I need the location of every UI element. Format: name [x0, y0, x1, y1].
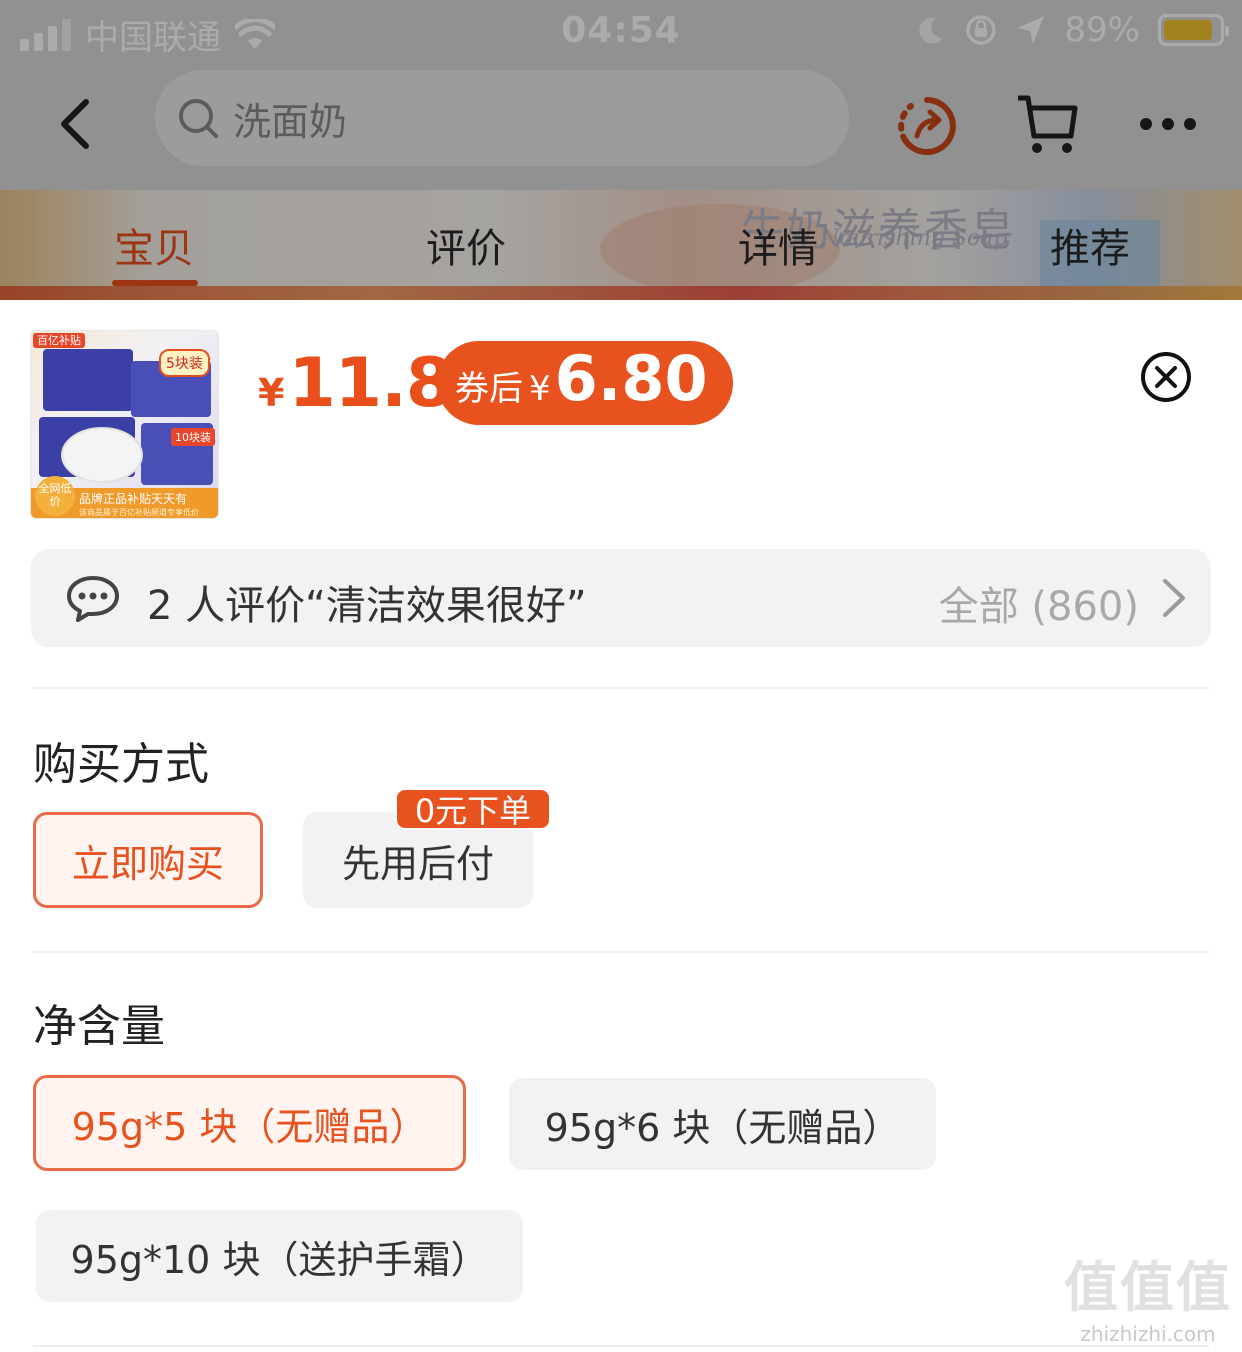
- net-content-title: 净含量: [33, 1001, 165, 1052]
- coupon-label: 券后: [455, 369, 523, 409]
- coupon-currency: ¥: [529, 369, 551, 409]
- coupon-price-badge: 券后 ¥ 6.80: [437, 341, 733, 425]
- thumb-footer: 全网低价 品牌正品补贴天天有 该商品属于百亿补贴频道专享低价: [31, 476, 218, 518]
- sku-option-95g-6[interactable]: 95g*6 块（无赠品）: [509, 1078, 936, 1170]
- product-thumbnail[interactable]: 百亿补贴 5块装 10块装 全网低价 品牌正品补贴天天有 该商品属于百亿补贴频道…: [30, 330, 219, 519]
- chat-bubble-icon: [67, 576, 119, 622]
- thumb-subsidy-tag: 百亿补贴: [33, 333, 85, 348]
- review-highlight-text: 2 人评价“清洁效果很好”: [147, 583, 587, 629]
- zero-down-badge: 0元下单: [395, 788, 551, 830]
- divider: [33, 951, 1209, 953]
- review-summary[interactable]: 2 人评价“清洁效果很好” 全部 (860): [31, 549, 1211, 647]
- thumb-footer-text: 品牌正品补贴天天有: [79, 492, 188, 506]
- background-page: 牛奶滋养香皂 Nourishing Soap 中国联通 04:54 89% 洗面…: [0, 0, 1242, 300]
- divider: [33, 687, 1209, 689]
- watermark-logo: 值值值: [1064, 1256, 1232, 1319]
- divider: [33, 1345, 1209, 1347]
- sku-option-95g-5[interactable]: 95g*5 块（无赠品）: [33, 1075, 466, 1171]
- all-reviews-count[interactable]: 全部 (860): [939, 574, 1139, 632]
- sku-selection-panel: 百亿补贴 5块装 10块装 全网低价 品牌正品补贴天天有 该商品属于百亿补贴频道…: [0, 300, 1242, 1352]
- thumb-footer-note: 该商品属于百亿补贴频道专享低价: [79, 508, 199, 517]
- modal-overlay[interactable]: [0, 0, 1242, 300]
- purchase-option-buy-now[interactable]: 立即购买: [33, 812, 263, 908]
- chevron-right-icon: [1163, 579, 1185, 617]
- purchase-method-title: 购买方式: [33, 739, 209, 790]
- coupon-price-value: 6.80: [554, 342, 708, 415]
- close-icon[interactable]: [1140, 351, 1192, 403]
- thumb-low-price-badge: 全网低价: [35, 476, 75, 516]
- thumb-pack5-tag: 5块装: [159, 349, 210, 377]
- watermark: 值值值 zhizhizhi.com: [1064, 1243, 1232, 1346]
- price-currency: ¥: [258, 371, 285, 415]
- price: ¥ 11.8: [258, 344, 453, 423]
- sku-option-95g-10[interactable]: 95g*10 块（送护手霜）: [36, 1210, 523, 1302]
- watermark-domain: zhizhizhi.com: [1080, 1322, 1216, 1346]
- soap-bar-image: [61, 427, 143, 483]
- price-value: 11.8: [288, 344, 453, 423]
- thumb-pack10-tag: 10块装: [171, 428, 215, 446]
